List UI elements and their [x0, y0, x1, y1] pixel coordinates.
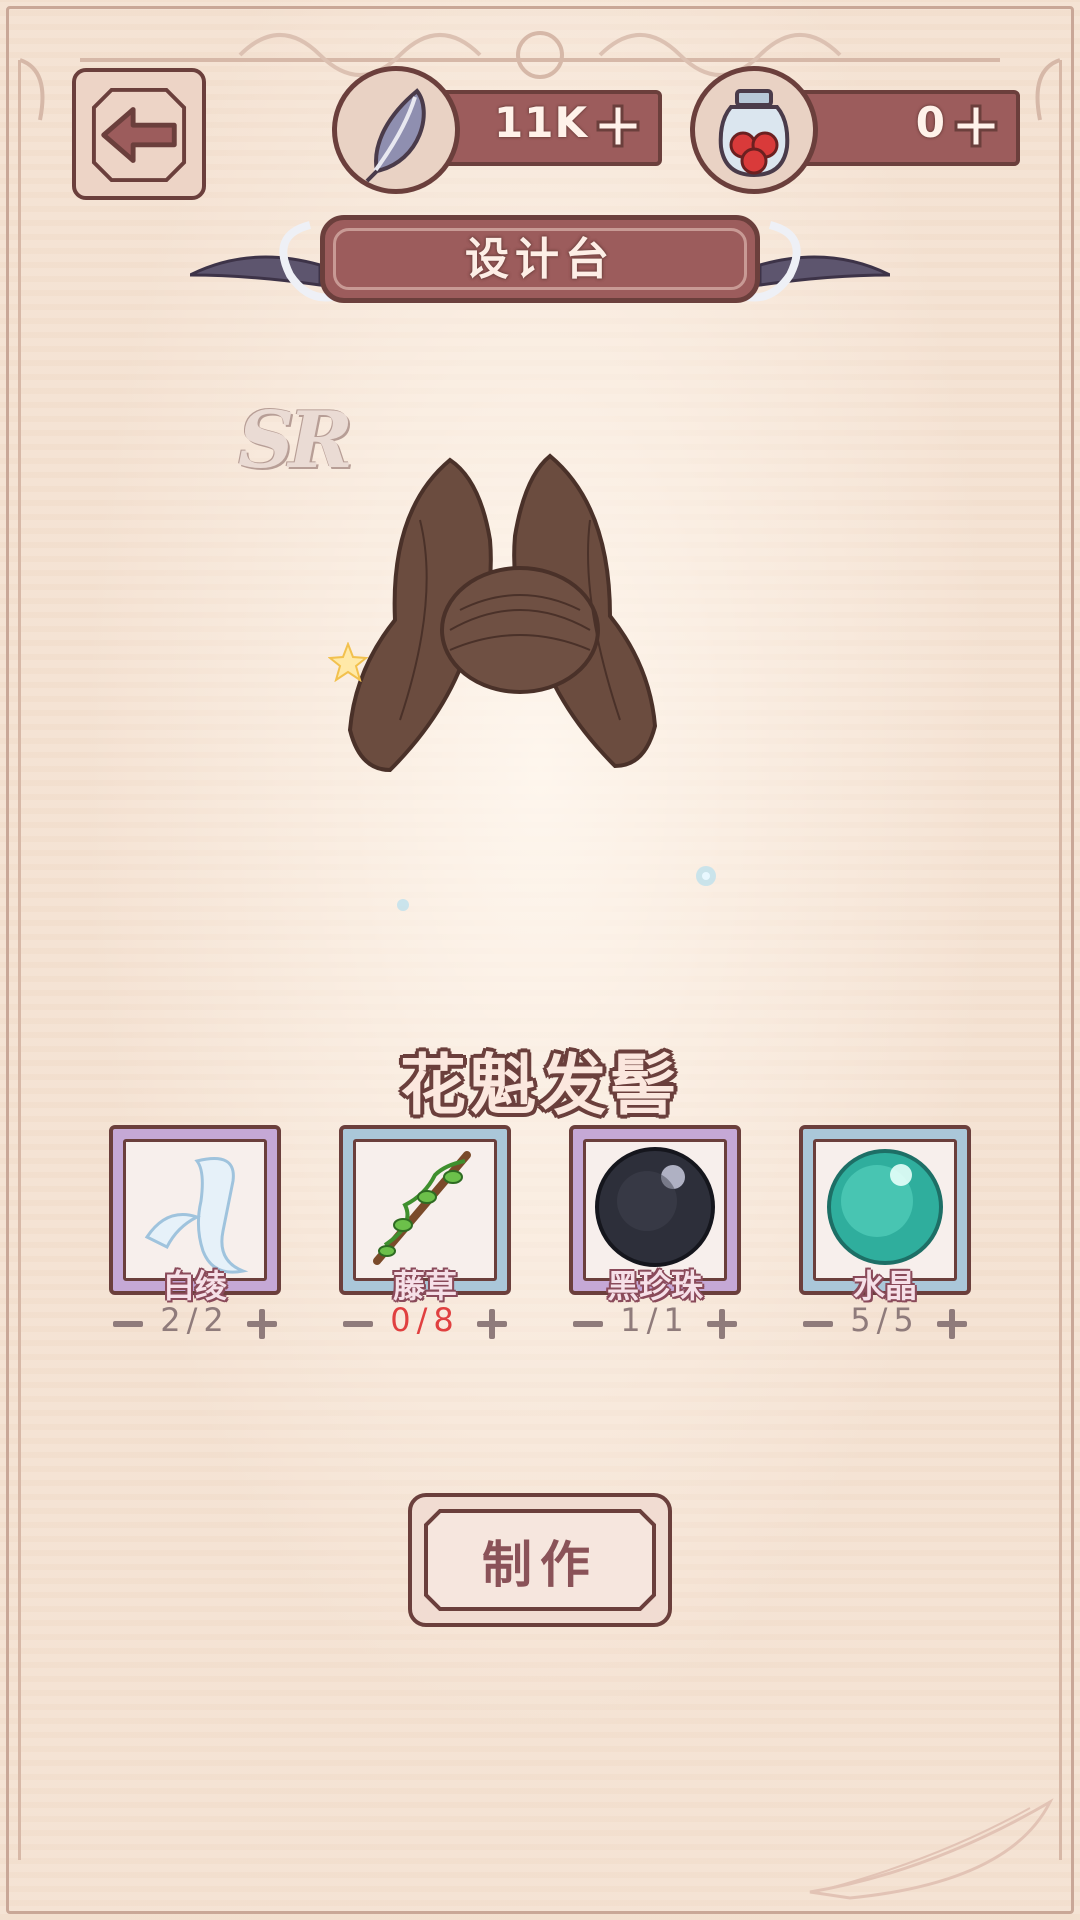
feather-icon [365, 88, 426, 183]
quantity-stepper: 2/2 [109, 1301, 281, 1341]
crystal-orb-icon [827, 1149, 943, 1265]
material-quantity: 5/5 [850, 1301, 920, 1339]
quantity-stepper: 1/1 [569, 1301, 741, 1341]
glow-dot-icon [397, 899, 409, 911]
berry-jar-currency-badge [690, 66, 818, 194]
increase-button[interactable] [705, 1307, 739, 1341]
feather-currency: 11K [332, 66, 664, 194]
title-banner: 设计台 [190, 205, 890, 315]
glow-dot-icon [696, 866, 716, 886]
design-table-screen: 11K 0 设计台 SR 花魁发髻 白绫 2/2 藤草 0/8 黑珍珠 1/1 … [0, 0, 1080, 1920]
decrease-button[interactable] [111, 1307, 145, 1341]
feather-quill-icon [809, 1798, 1054, 1900]
material-slot-crystal: 水晶 5/5 [799, 1125, 971, 1345]
make-button-label: 制作 [482, 1536, 598, 1594]
quantity-stepper: 0/8 [339, 1301, 511, 1341]
sparkle-icon [328, 642, 368, 682]
berry-jar-add-button[interactable] [952, 102, 1000, 150]
material-quantity: 2/2 [160, 1301, 230, 1339]
increase-button[interactable] [475, 1307, 509, 1341]
material-slot-black-pearl: 黑珍珠 1/1 [569, 1125, 741, 1345]
decrease-button[interactable] [801, 1307, 835, 1341]
back-button[interactable] [72, 68, 206, 200]
page-title: 设计台 [465, 234, 615, 285]
hair-bun-icon [347, 453, 658, 773]
material-slot-vine: 藤草 0/8 [339, 1125, 511, 1345]
increase-button[interactable] [245, 1307, 279, 1341]
berry-jar-currency-value: 0 [915, 98, 946, 147]
make-button[interactable]: 制作 [408, 1493, 672, 1627]
item-name: 花魁发髻 [400, 1047, 680, 1124]
decrease-button[interactable] [571, 1307, 605, 1341]
white-silk-icon [144, 1157, 249, 1274]
material-quantity: 1/1 [620, 1301, 690, 1339]
rarity-badge: SR [238, 395, 353, 486]
berry-jar-icon [718, 89, 790, 178]
vine-icon [373, 1151, 471, 1265]
berry-jar-currency: 0 [690, 66, 1020, 194]
decrease-button[interactable] [341, 1307, 375, 1341]
increase-button[interactable] [935, 1307, 969, 1341]
material-slot-white-silk: 白绫 2/2 [109, 1125, 281, 1345]
black-pearl-icon [595, 1147, 715, 1267]
feather-currency-value: 11K [494, 98, 588, 147]
quantity-stepper: 5/5 [799, 1301, 971, 1341]
feather-currency-badge [332, 66, 460, 194]
arrow-left-icon [91, 87, 187, 183]
feather-add-button[interactable] [594, 102, 642, 150]
material-quantity-insufficient: 0/8 [390, 1301, 460, 1339]
